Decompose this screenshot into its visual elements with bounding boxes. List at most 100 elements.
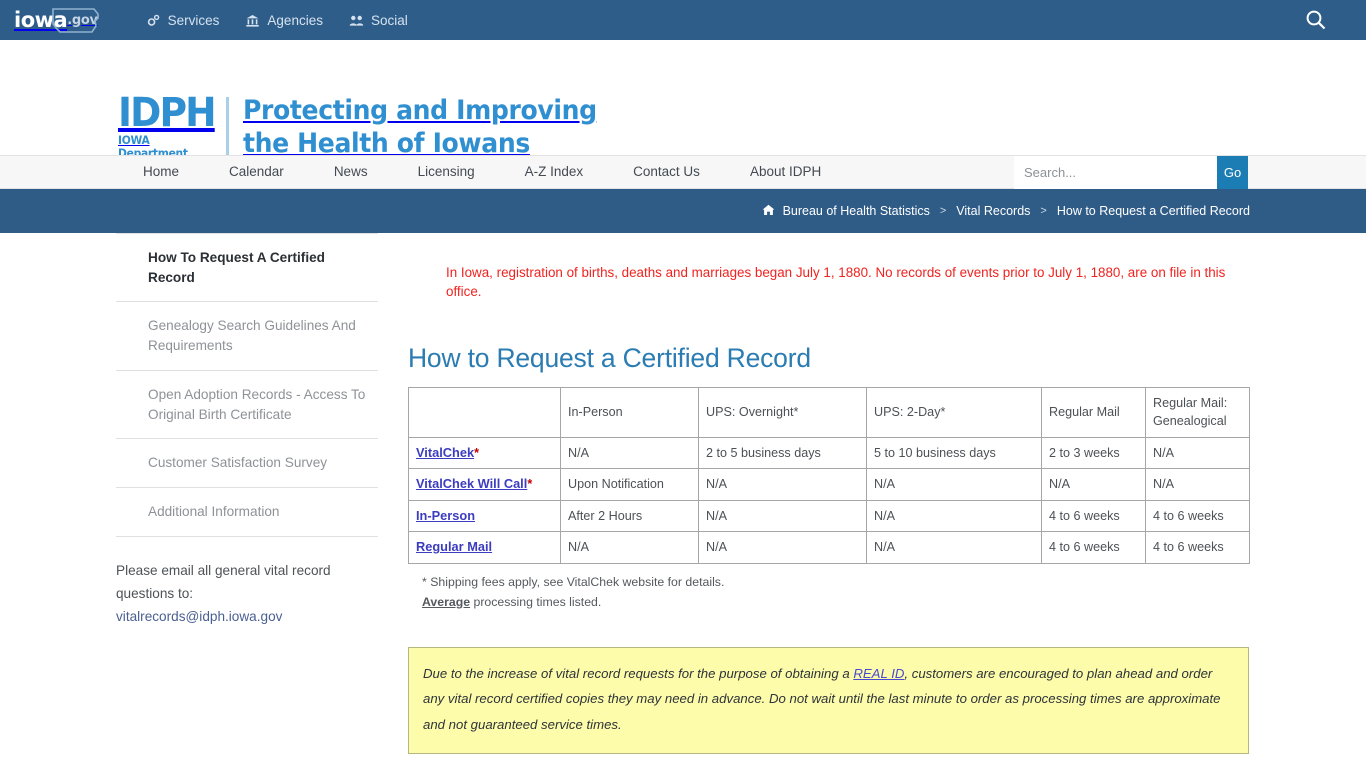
iowa-gov-suffix: .gov [67,12,98,28]
regular-mail-link[interactable]: Regular Mail [416,539,492,554]
sidebar-contact-note: Please email all general vital record qu… [116,537,378,629]
iowa-gov-logo[interactable]: iowa .gov [14,0,99,40]
search-go-button[interactable]: Go [1217,156,1248,189]
cell-ups-2-day: N/A [866,499,1042,533]
top-nav-label: Services [167,12,220,28]
table-row: VitalChek* N/A 2 to 5 business days 5 to… [408,436,1250,470]
nav-item-contact-us[interactable]: Contact Us [608,156,725,188]
processing-times-table: In-Person UPS: Overnight* UPS: 2-Day* Re… [408,387,1250,564]
idph-tagline-block: Protecting and Improving the Health of I… [243,95,623,161]
records-start-date-alert: In Iowa, registration of births, deaths … [446,265,1226,300]
footnote-star: * [527,477,533,492]
breadcrumb-item-bureau[interactable]: Bureau of Health Statistics [783,204,930,218]
iowa-gov-wordmark: iowa [14,7,68,32]
footnote-average-emphasis: Average [422,594,471,609]
sidebar-contact-text: Please email all general vital record qu… [116,562,331,601]
table-footnotes: * Shipping fees apply, see VitalChek web… [422,573,1250,613]
people-icon [349,13,364,28]
cell-regular-mail: N/A [1041,468,1146,501]
sidebar-nav-list: How To Request A Certified Record Geneal… [116,233,378,537]
real-id-link[interactable]: REAL ID [853,666,904,681]
table-header-row: In-Person UPS: Overnight* UPS: 2-Day* Re… [408,387,1250,438]
main-nav-bar: Home Calendar News Licensing A-Z Index C… [0,155,1366,189]
sidebar-item-open-adoption-records[interactable]: Open Adoption Records - Access To Origin… [116,371,378,440]
breadcrumb-separator: > [1040,205,1047,217]
footnote-star: * [474,445,479,460]
cell-regular-mail-genealogical: N/A [1145,436,1250,470]
home-icon [762,204,775,219]
page-title: How to Request a Certified Record [408,343,811,374]
sidebar-item-genealogy-search[interactable]: Genealogy Search Guidelines And Requirem… [116,302,378,371]
nav-item-licensing[interactable]: Licensing [393,156,500,188]
row-label-vitalchek-will-call: VitalChek Will Call* [408,468,561,501]
vital-records-email-link[interactable]: vitalrecords@idph.iowa.gov [116,609,282,624]
sidebar-item-customer-satisfaction-survey[interactable]: Customer Satisfaction Survey [116,439,378,488]
main-content: In Iowa, registration of births, deaths … [378,233,1366,766]
column-header-in-person: In-Person [560,387,699,438]
row-label-in-person: In-Person [408,499,561,533]
site-search: Go [1014,156,1248,189]
breadcrumb-separator: > [939,205,947,217]
cell-regular-mail: 2 to 3 weeks [1041,436,1146,470]
bank-icon [245,13,260,28]
top-nav-item-services[interactable]: Services [146,12,220,28]
top-nav-item-social[interactable]: Social [349,13,408,28]
vitalchek-will-call-link[interactable]: VitalChek Will Call [416,476,527,491]
cell-in-person: After 2 Hours [560,499,699,533]
column-header-regular-mail-genealogical: Regular Mail: Genealogical [1145,387,1250,438]
top-nav: Services Agencies Social [146,13,408,28]
vitalchek-link[interactable]: VitalChek [416,445,474,460]
gears-icon [146,13,161,28]
cell-ups-2-day: N/A [866,468,1042,501]
cell-in-person: Upon Notification [560,468,699,501]
nav-item-news[interactable]: News [309,156,393,188]
table-row: In-Person After 2 Hours N/A N/A 4 to 6 w… [408,499,1250,533]
row-label-regular-mail: Regular Mail [408,531,561,564]
table-row: VitalChek Will Call* Upon Notification N… [408,468,1250,501]
cell-regular-mail-genealogical: 4 to 6 weeks [1145,499,1250,533]
breadcrumb-item-current: How to Request a Certified Record [1056,204,1250,218]
masthead: IDPH IOWA Department of PUBLIC HEALTH Pr… [0,40,1366,187]
breadcrumb: Bureau of Health Statistics > Vital Reco… [762,204,1250,219]
cell-ups-overnight: 2 to 5 business days [698,436,867,470]
cell-in-person: N/A [560,531,699,564]
page-body: How To Request A Certified Record Geneal… [0,233,1366,766]
search-icon[interactable] [1304,8,1328,32]
cell-ups-2-day: N/A [866,531,1042,564]
in-person-link[interactable]: In-Person [416,508,475,523]
in-person-link-text: In-Person [416,507,476,523]
column-header-ups-2-day: UPS: 2-Day* [866,387,1042,438]
nav-item-home[interactable]: Home [118,156,204,188]
real-id-callout: Due to the increase of vital record requ… [408,646,1249,754]
callout-text-part-1: Due to the increase of vital record requ… [423,665,854,681]
footnote-average-times: Average processing times listed. [422,593,1250,613]
footnote-shipping-fees: * Shipping fees apply, see VitalChek web… [422,574,725,589]
cell-regular-mail: 4 to 6 weeks [1041,531,1146,564]
top-nav-item-agencies[interactable]: Agencies [245,13,323,28]
sidebar-item-how-to-request[interactable]: How To Request A Certified Record [116,234,378,303]
regular-mail-link-text: Regular Mail [416,539,493,555]
vitalchek-link-text: VitalChek [416,444,475,460]
vitalchek-will-call-link-text: VitalChek Will Call [416,476,528,492]
breadcrumb-item-vital-records[interactable]: Vital Records [956,204,1030,218]
cell-regular-mail: 4 to 6 weeks [1041,499,1146,533]
cell-in-person: N/A [560,436,699,470]
cell-ups-overnight: N/A [698,499,867,533]
nav-item-calendar[interactable]: Calendar [204,156,309,188]
search-input[interactable] [1014,156,1217,189]
column-header-ups-overnight: UPS: Overnight* [698,387,867,438]
cell-ups-overnight: N/A [698,468,867,501]
cell-ups-2-day: 5 to 10 business days [866,436,1042,470]
nav-item-about-idph[interactable]: About IDPH [725,156,846,188]
iowa-gov-top-bar: iowa .gov Services Agencies Social [0,0,1366,40]
sidebar: How To Request A Certified Record Geneal… [116,233,378,766]
cell-regular-mail-genealogical: 4 to 6 weeks [1145,531,1250,564]
column-header-regular-mail: Regular Mail [1041,387,1146,438]
table-row: Regular Mail N/A N/A N/A 4 to 6 weeks 4 … [408,531,1250,564]
top-nav-label: Agencies [267,12,323,28]
cell-ups-overnight: N/A [698,531,867,564]
top-nav-label: Social [370,12,408,28]
footnote-average-rest: processing times listed. [470,594,602,609]
sidebar-item-additional-information[interactable]: Additional Information [116,488,378,537]
nav-item-a-z-index[interactable]: A-Z Index [500,156,609,188]
